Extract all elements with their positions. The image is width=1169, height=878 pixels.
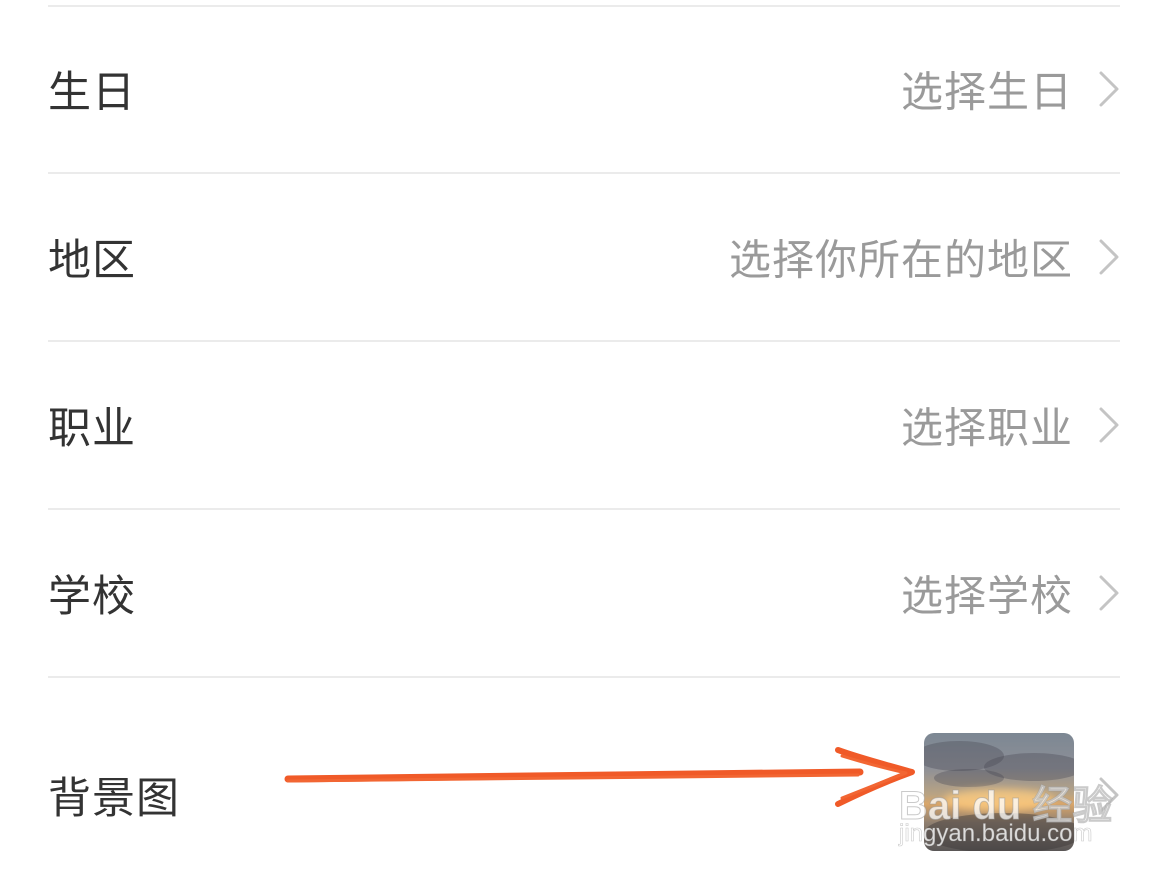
setting-row-birthday[interactable]: 生日 选择生日 — [0, 6, 1169, 172]
setting-row-school[interactable]: 学校 选择学校 — [0, 510, 1169, 676]
chevron-right-icon — [1099, 407, 1119, 443]
chevron-right-icon — [1099, 575, 1119, 611]
setting-label: 学校 — [48, 572, 136, 622]
setting-label: 生日 — [48, 68, 136, 118]
profile-settings-list: 生日 选择生日 地区 选择你所在的地区 职业 选择职业 学校 选择学校 背景图 — [0, 0, 1169, 877]
setting-value: 选择生日 — [900, 67, 1073, 117]
setting-label: 背景图 — [48, 774, 180, 824]
setting-row-occupation[interactable]: 职业 选择职业 — [0, 342, 1169, 508]
chevron-right-icon — [1099, 777, 1119, 813]
chevron-right-icon — [1099, 239, 1119, 275]
setting-label: 职业 — [48, 404, 136, 454]
setting-row-region[interactable]: 地区 选择你所在的地区 — [0, 174, 1169, 340]
setting-value: 选择学校 — [900, 571, 1073, 621]
setting-value: 选择职业 — [900, 403, 1073, 453]
setting-label: 地区 — [48, 236, 136, 286]
setting-value: 选择你所在的地区 — [728, 235, 1073, 285]
divider — [48, 676, 1120, 678]
background-image-thumbnail[interactable] — [924, 733, 1074, 851]
chevron-right-icon — [1099, 71, 1119, 107]
